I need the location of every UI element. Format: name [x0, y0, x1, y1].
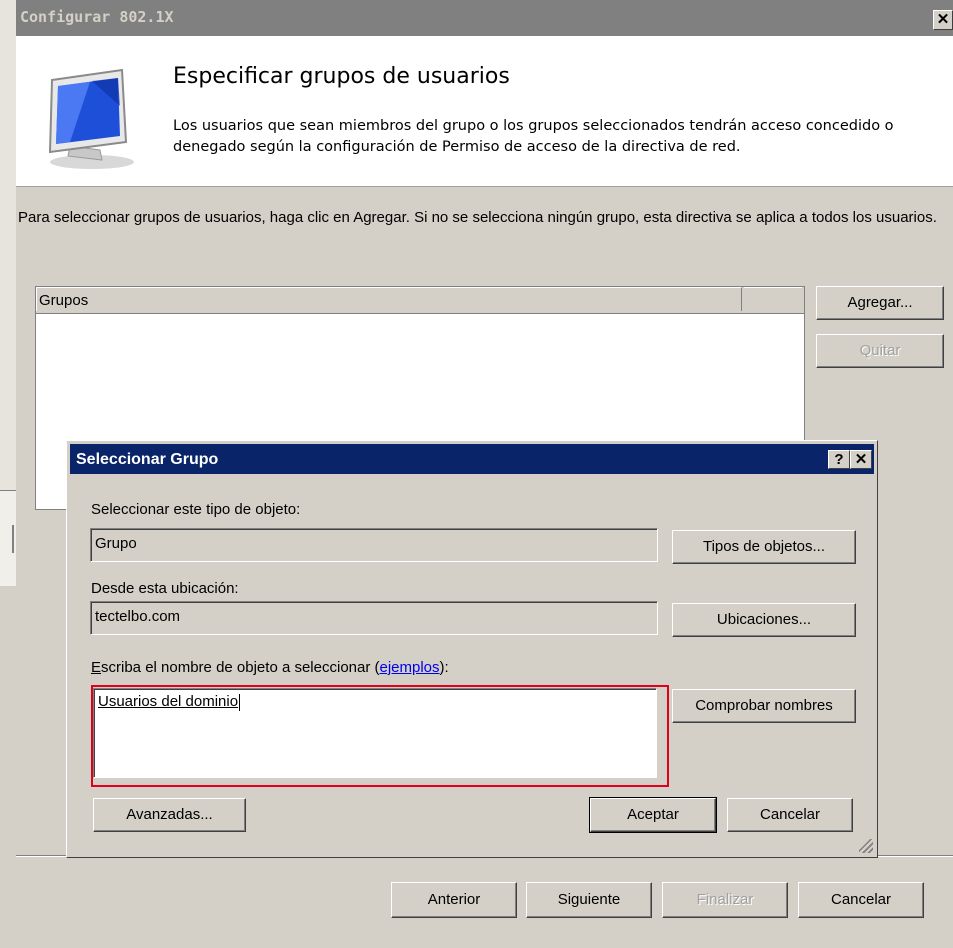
location-field: tectelbo.com: [90, 601, 658, 635]
secondary-column-header[interactable]: [744, 287, 802, 312]
wizard-cancel-button[interactable]: Cancelar: [798, 882, 924, 918]
location-label: Desde esta ubicación:: [91, 580, 239, 597]
text-caret: [239, 693, 241, 711]
object-names-label-text: scriba el nombre de objeto a seleccionar…: [101, 659, 380, 676]
wizard-titlebar: Configurar 802.1X ✕: [16, 0, 953, 36]
dialog-close-button[interactable]: ✕: [850, 450, 872, 469]
wizard-description: Los usuarios que sean miembros del grupo…: [173, 118, 894, 155]
object-names-label: Escriba el nombre de objeto a selecciona…: [91, 659, 449, 676]
dialog-titlebar: Seleccionar Grupo ? ✕: [70, 444, 874, 474]
background-window: [0, 0, 17, 586]
check-names-button[interactable]: Comprobar nombres: [672, 689, 856, 723]
wizard-heading: Especificar grupos de usuarios: [173, 64, 510, 89]
dialog-title: Seleccionar Grupo: [76, 451, 219, 468]
computer-monitor-icon: [48, 68, 134, 169]
groups-column-header[interactable]: Grupos: [36, 287, 742, 311]
advanced-button[interactable]: Avanzadas...: [93, 798, 246, 832]
wizard-instructions: Para seleccionar grupos de usuarios, hag…: [18, 209, 937, 226]
back-button[interactable]: Anterior: [391, 882, 517, 918]
object-names-label-accesskey: E: [91, 659, 102, 676]
remove-button[interactable]: Quitar: [816, 334, 944, 368]
object-names-input[interactable]: Usuarios del dominio: [93, 688, 657, 778]
object-types-button[interactable]: Tipos de objetos...: [672, 530, 856, 564]
locations-button[interactable]: Ubicaciones...: [672, 603, 856, 637]
select-group-dialog: Seleccionar Grupo ? ✕ Seleccionar este t…: [66, 440, 878, 858]
next-button[interactable]: Siguiente: [526, 882, 652, 918]
add-button[interactable]: Agregar...: [816, 286, 944, 320]
background-window-control: [12, 525, 14, 553]
object-names-label-end: ):: [439, 659, 449, 676]
resize-grip[interactable]: [859, 839, 873, 853]
help-button[interactable]: ?: [828, 450, 850, 469]
wizard-header: Especificar grupos de usuarios Los usuar…: [16, 36, 953, 187]
object-names-value: Usuarios del dominio: [98, 693, 239, 710]
object-type-label: Seleccionar este tipo de objeto:: [91, 501, 301, 518]
dialog-cancel-button[interactable]: Cancelar: [727, 798, 853, 832]
wizard-close-button[interactable]: ✕: [933, 10, 953, 30]
ok-button[interactable]: Aceptar: [589, 797, 717, 833]
finish-button[interactable]: Finalizar: [662, 882, 788, 918]
groups-list-header: Grupos: [36, 287, 804, 314]
object-type-field: Grupo: [90, 528, 658, 562]
examples-link[interactable]: ejemplos: [380, 659, 440, 676]
wizard-title: Configurar 802.1X: [20, 8, 174, 26]
